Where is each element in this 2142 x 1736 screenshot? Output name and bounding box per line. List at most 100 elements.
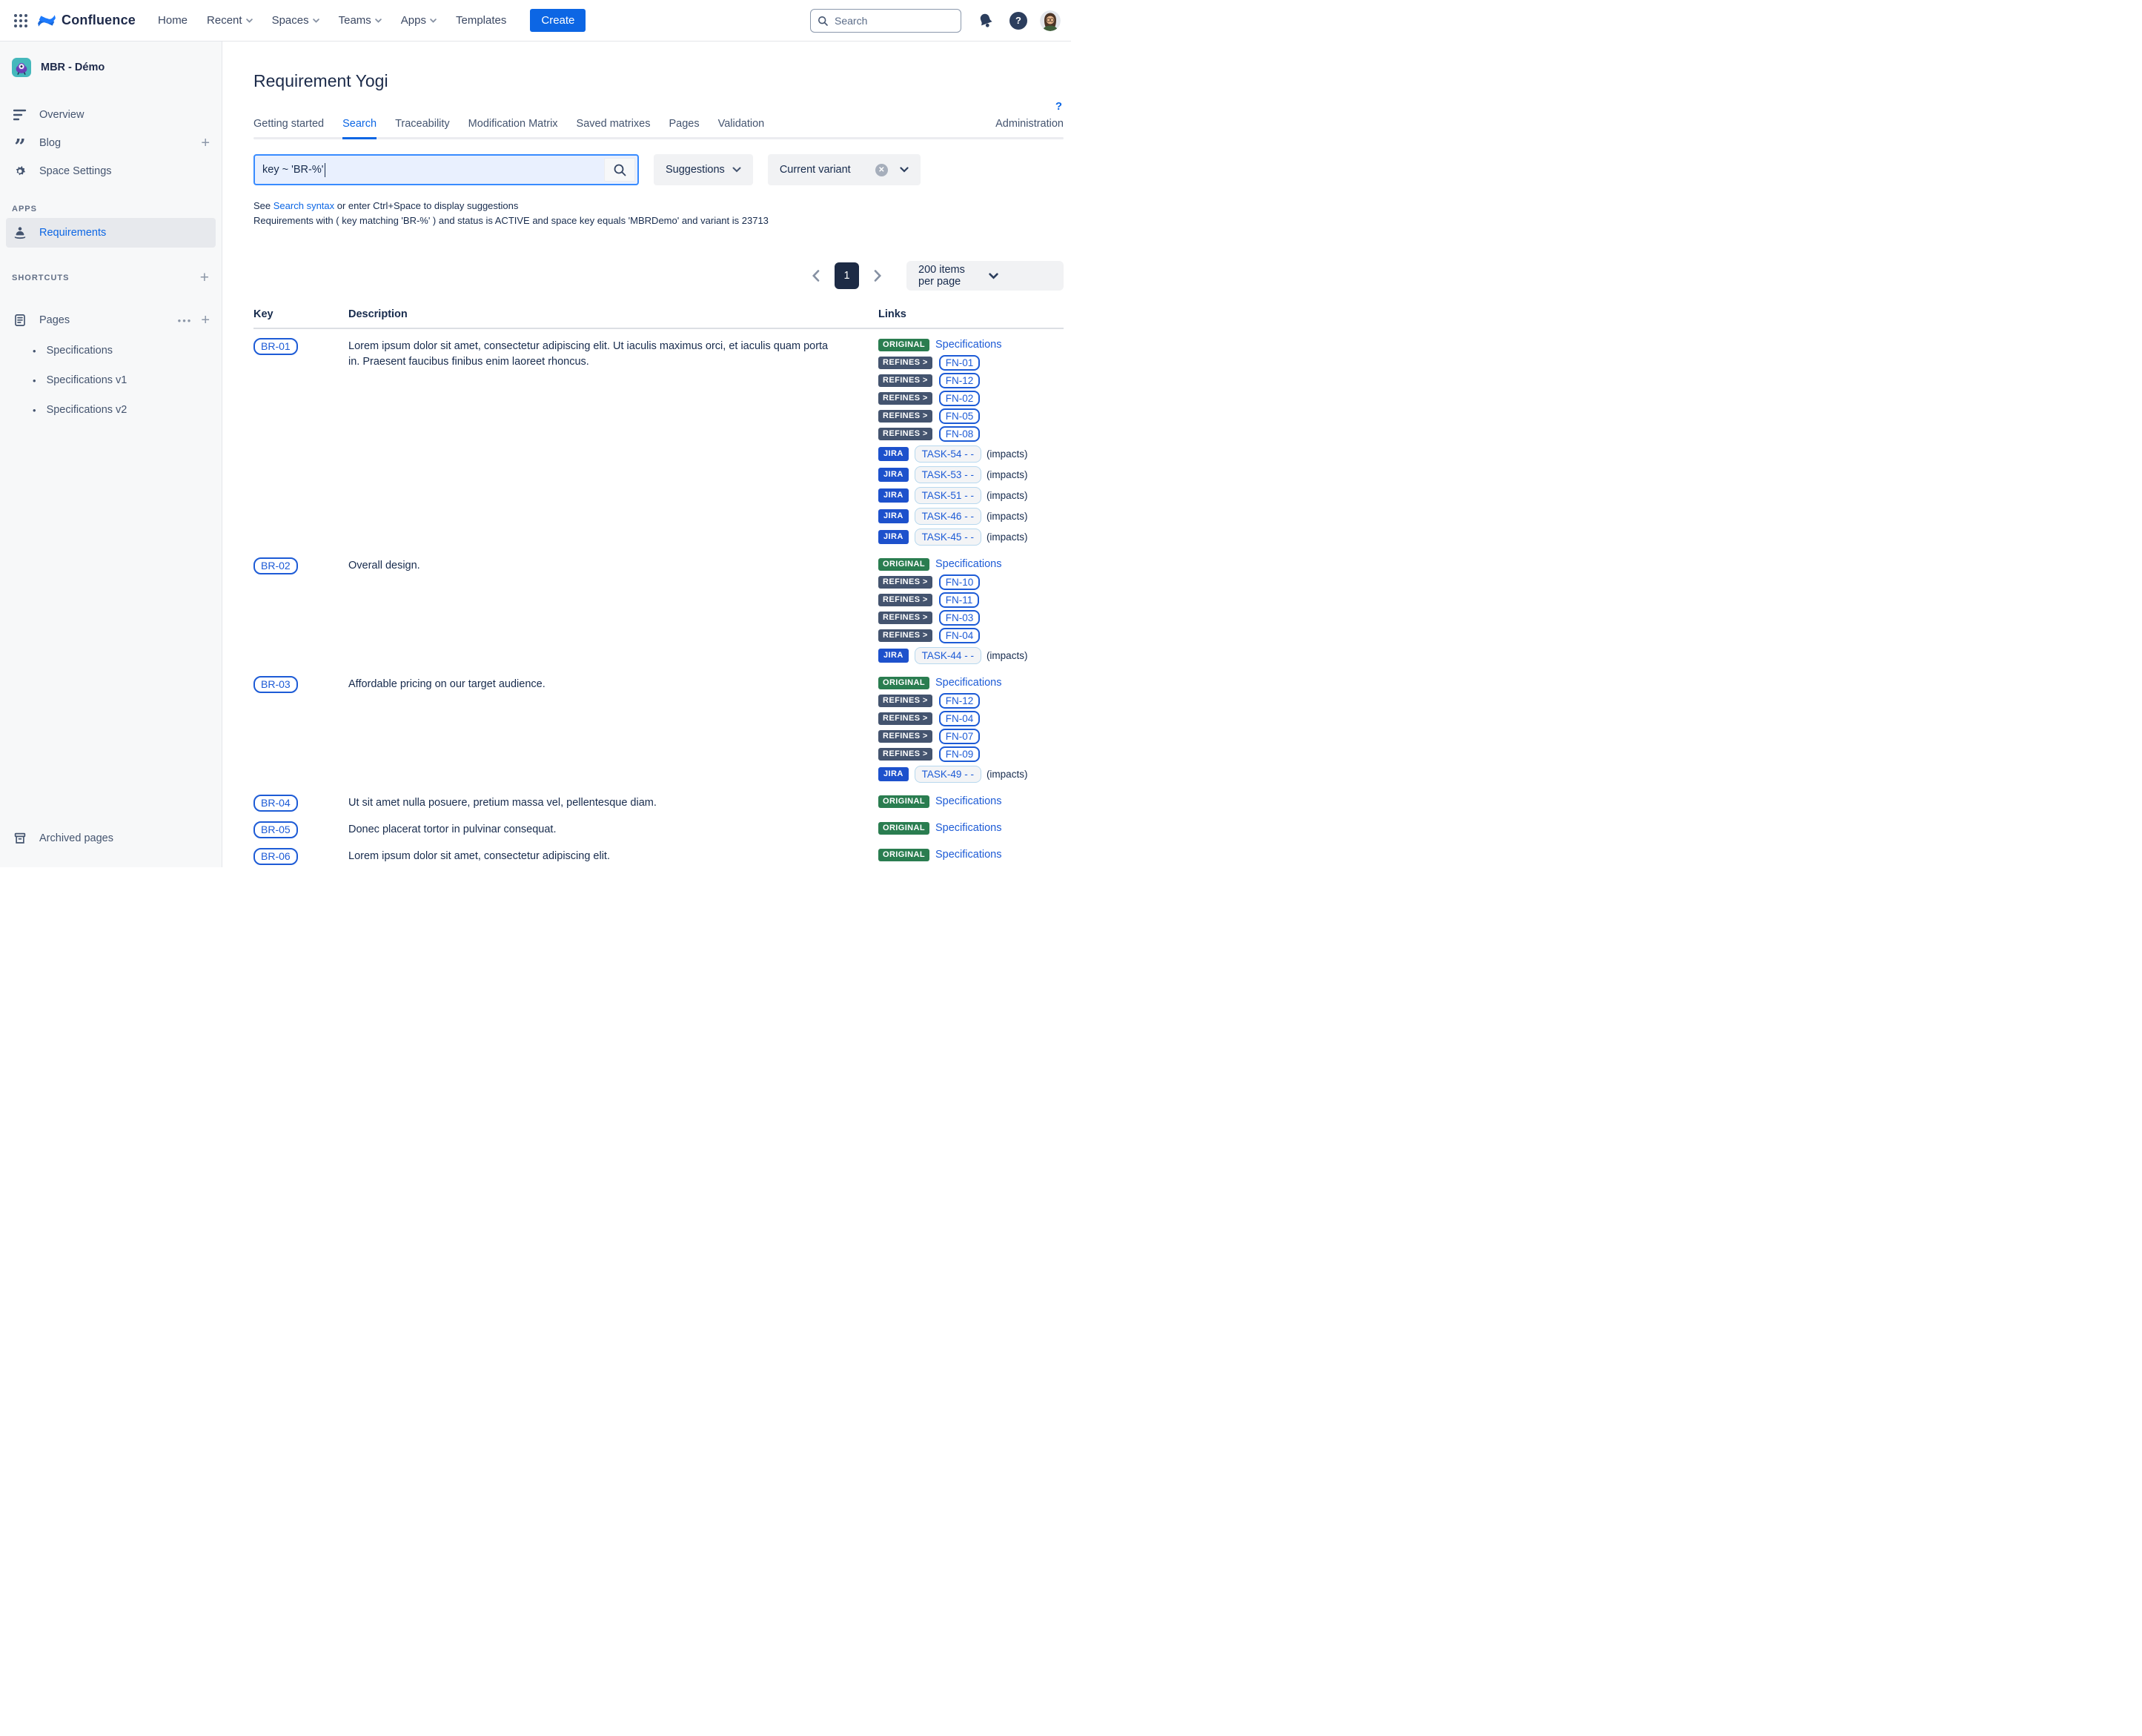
- clear-variant-icon[interactable]: ✕: [875, 164, 888, 176]
- current-page-button[interactable]: 1: [835, 262, 859, 289]
- refined-requirement-link[interactable]: FN-12: [939, 693, 981, 709]
- refined-requirement-link[interactable]: FN-12: [939, 373, 981, 388]
- refines-badge: REFINES >: [878, 357, 932, 369]
- requirement-key-link[interactable]: BR-06: [253, 848, 298, 865]
- specifications-link[interactable]: Specifications: [935, 849, 1001, 861]
- query-description: Requirements with ( key matching 'BR-%' …: [253, 213, 1064, 228]
- items-per-page-select[interactable]: 200 items per page: [906, 261, 1064, 291]
- jira-issue-link[interactable]: TASK-46 - -: [915, 508, 981, 525]
- search-syntax-link[interactable]: Search syntax: [273, 200, 334, 211]
- requirement-key-link[interactable]: BR-04: [253, 795, 298, 812]
- tab-administration[interactable]: Administration: [995, 118, 1064, 139]
- add-page-icon[interactable]: +: [201, 313, 210, 328]
- prev-page-icon[interactable]: [805, 270, 827, 282]
- nav-item-templates[interactable]: Templates: [456, 14, 506, 27]
- nav-item-teams[interactable]: Teams: [339, 14, 382, 27]
- apps-grid-icon[interactable]: [10, 10, 31, 31]
- tab-pages[interactable]: Pages: [669, 118, 699, 139]
- suggestions-dropdown[interactable]: Suggestions: [654, 154, 753, 185]
- refined-requirement-link[interactable]: FN-02: [939, 391, 981, 406]
- nav-item-recent[interactable]: Recent: [207, 14, 253, 27]
- create-button[interactable]: Create: [530, 9, 586, 32]
- blog-quote-icon: ”: [12, 135, 28, 151]
- tab-traceability[interactable]: Traceability: [395, 118, 450, 139]
- sidebar-page-specifications-v1[interactable]: •Specifications v1: [0, 365, 222, 395]
- tab-search[interactable]: Search: [342, 118, 377, 139]
- user-avatar[interactable]: [1040, 10, 1061, 31]
- table-row: BR-07 ORIGINAL Specifications: [253, 866, 1064, 867]
- notifications-bell-icon[interactable]: [975, 10, 997, 32]
- global-search[interactable]: [810, 9, 961, 33]
- specifications-link[interactable]: Specifications: [935, 822, 1001, 834]
- tab-modification-matrix[interactable]: Modification Matrix: [468, 118, 558, 139]
- tab-saved-matrixes[interactable]: Saved matrixes: [577, 118, 651, 139]
- sidebar-page-specifications[interactable]: •Specifications: [0, 336, 222, 365]
- specifications-link[interactable]: Specifications: [935, 339, 1001, 351]
- refines-badge: REFINES >: [878, 410, 932, 423]
- link-row-refines: REFINES > FN-09: [878, 747, 980, 761]
- link-row-jira: JIRA TASK-51 - - (impacts): [878, 486, 1027, 504]
- sidebar-item-archived-pages[interactable]: Archived pages: [12, 824, 210, 852]
- variant-dropdown[interactable]: Current variant ✕: [768, 154, 921, 185]
- chevron-down-icon: [313, 19, 319, 23]
- requirement-search-field[interactable]: key ~ 'BR-%': [253, 154, 639, 185]
- refined-requirement-link[interactable]: FN-10: [939, 574, 981, 590]
- tab-validation[interactable]: Validation: [718, 118, 765, 139]
- chevron-down-icon: [732, 167, 741, 173]
- refined-requirement-link[interactable]: FN-11: [939, 592, 980, 608]
- nav-item-spaces[interactable]: Spaces: [272, 14, 319, 27]
- gear-icon: [12, 165, 28, 178]
- sidebar-page-specifications-v2[interactable]: •Specifications v2: [0, 395, 222, 425]
- link-row-refines: REFINES > FN-02: [878, 391, 980, 405]
- refined-requirement-link[interactable]: FN-08: [939, 426, 981, 442]
- refined-requirement-link[interactable]: FN-03: [939, 610, 981, 626]
- requirement-key-link[interactable]: BR-05: [253, 821, 298, 838]
- specifications-link[interactable]: Specifications: [935, 677, 1001, 689]
- overview-icon: [12, 109, 28, 121]
- requirement-key-link[interactable]: BR-03: [253, 676, 298, 693]
- jira-issue-link[interactable]: TASK-51 - -: [915, 487, 981, 504]
- specifications-link[interactable]: Specifications: [935, 558, 1001, 570]
- add-shortcut-icon[interactable]: +: [200, 270, 210, 285]
- refined-requirement-link[interactable]: FN-04: [939, 628, 981, 643]
- sidebar-item-space-settings[interactable]: Space Settings: [0, 157, 222, 185]
- nav-item-home[interactable]: Home: [158, 14, 188, 27]
- refined-requirement-link[interactable]: FN-04: [939, 711, 981, 726]
- sidebar-item-overview[interactable]: Overview: [0, 101, 222, 129]
- links-cell: ORIGINAL Specifications: [878, 795, 1064, 812]
- search-submit-icon[interactable]: [604, 158, 635, 182]
- pages-more-icon[interactable]: •••: [178, 315, 193, 326]
- next-page-icon[interactable]: [866, 270, 889, 282]
- refined-requirement-link[interactable]: FN-01: [939, 355, 981, 371]
- add-blog-icon[interactable]: +: [201, 136, 210, 150]
- refined-requirement-link[interactable]: FN-09: [939, 746, 981, 762]
- help-icon[interactable]: ?: [1007, 10, 1029, 32]
- refined-requirement-link[interactable]: FN-05: [939, 408, 981, 424]
- space-header[interactable]: MBR - Démo: [0, 42, 222, 85]
- jira-issue-link[interactable]: TASK-45 - -: [915, 529, 981, 546]
- refined-requirement-link[interactable]: FN-07: [939, 729, 981, 744]
- ry-help-link[interactable]: ?: [1055, 100, 1062, 113]
- link-row-refines: REFINES > FN-08: [878, 427, 980, 440]
- col-header-links: Links: [878, 308, 1064, 320]
- global-search-input[interactable]: [833, 14, 947, 27]
- requirement-key-link[interactable]: BR-02: [253, 557, 298, 574]
- primary-nav: Home Recent Spaces Teams Apps Templates: [158, 14, 525, 27]
- sidebar-item-pages[interactable]: Pages ••• +: [0, 306, 222, 334]
- impacts-label: (impacts): [987, 650, 1028, 661]
- sidebar-item-requirements[interactable]: Requirements: [6, 218, 216, 248]
- nav-item-apps[interactable]: Apps: [401, 14, 437, 27]
- jira-issue-link[interactable]: TASK-53 - -: [915, 466, 981, 483]
- impacts-label: (impacts): [987, 448, 1028, 460]
- jira-issue-link[interactable]: TASK-44 - -: [915, 647, 981, 664]
- jira-issue-link[interactable]: TASK-54 - -: [915, 445, 981, 463]
- jira-issue-link[interactable]: TASK-49 - -: [915, 766, 981, 783]
- refines-badge: REFINES >: [878, 576, 932, 589]
- confluence-logo[interactable]: Confluence: [37, 11, 136, 30]
- tab-getting-started[interactable]: Getting started: [253, 118, 324, 139]
- sidebar-item-blog[interactable]: ” Blog +: [0, 129, 222, 157]
- requirement-key-link[interactable]: BR-01: [253, 338, 298, 355]
- link-row-refines: REFINES > FN-12: [878, 694, 980, 707]
- specifications-link[interactable]: Specifications: [935, 795, 1001, 807]
- tab-bar: Getting started Search Traceability Modific…: [253, 118, 1064, 139]
